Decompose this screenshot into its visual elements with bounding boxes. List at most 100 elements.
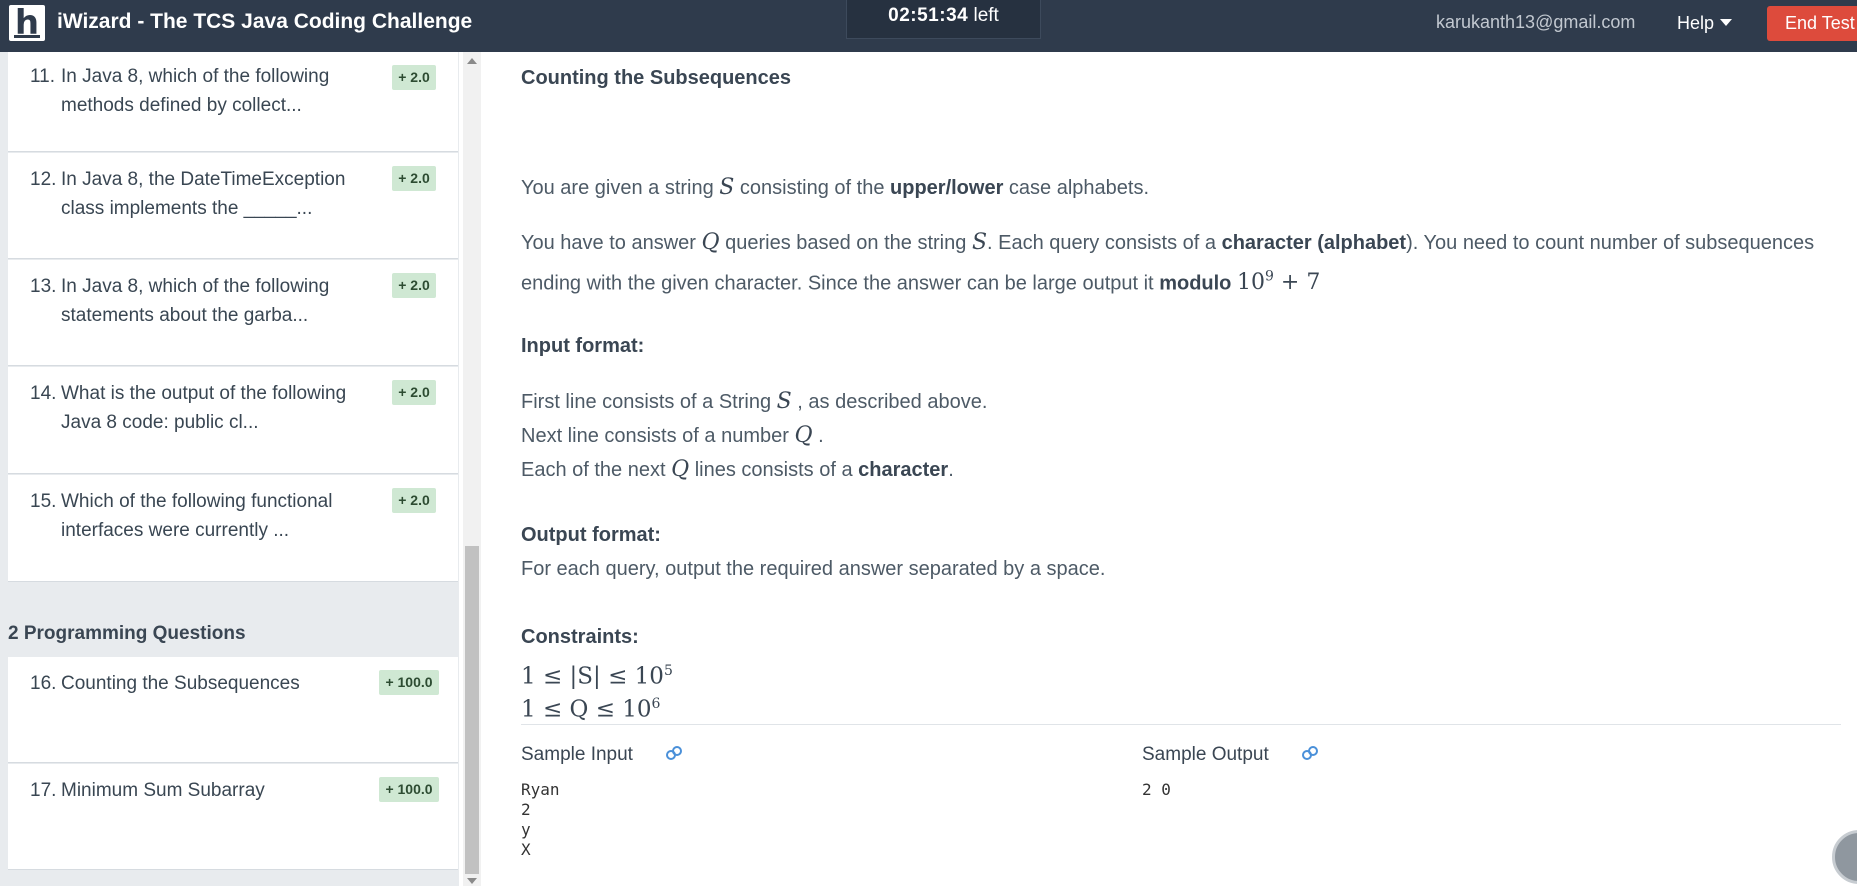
input-line-2: Next line consists of a number Q .	[521, 419, 1851, 453]
question-label: In Java 8, the DateTimeException class i…	[61, 169, 346, 219]
text: You have to answer	[521, 232, 702, 254]
math-var: S	[776, 389, 792, 414]
bold-text: modulo	[1159, 272, 1232, 295]
math-exp: 5	[663, 663, 673, 679]
text: case alphabets.	[1003, 177, 1150, 199]
link-icon[interactable]	[1300, 743, 1320, 763]
bold-text: upper/lower	[890, 177, 1004, 199]
section-divider	[521, 724, 1841, 725]
question-item-12[interactable]: 12. In Java 8, the DateTimeException cla…	[8, 153, 458, 259]
question-item-16[interactable]: 16. Counting the Subsequences + 100.0	[8, 657, 458, 763]
app-title: iWizard - The TCS Java Coding Challenge	[57, 10, 473, 33]
text: consisting of the	[734, 177, 891, 199]
question-label: In Java 8, which of the following statem…	[61, 276, 330, 326]
question-title: 12. In Java 8, the DateTimeException cla…	[30, 165, 370, 223]
question-title: 17. Minimum Sum Subarray	[30, 776, 370, 805]
scroll-down-arrow-icon[interactable]	[467, 878, 477, 884]
constraints-heading: Constraints:	[521, 626, 639, 648]
link-icon[interactable]	[664, 743, 684, 763]
text: , as described above.	[791, 391, 988, 413]
question-number: 16.	[30, 673, 57, 694]
math-tail: + 7	[1280, 270, 1321, 296]
output-format-text: For each query, output the required answ…	[521, 558, 1106, 580]
math-var: S	[719, 175, 735, 200]
user-email[interactable]: karukanth13@gmail.com	[1436, 11, 1635, 33]
question-title: 11. In Java 8, which of the following me…	[30, 62, 370, 120]
question-title: 13. In Java 8, which of the following st…	[30, 272, 370, 330]
scroll-up-arrow-icon[interactable]	[467, 58, 477, 64]
question-number: 11.	[30, 66, 56, 87]
problem-description: You have to answer Q queries based on th…	[521, 226, 1851, 300]
text: . Each query consists of a	[987, 232, 1222, 254]
text: .	[948, 459, 954, 481]
score-badge: + 2.0	[392, 166, 436, 191]
problem-title: Counting the Subsequences	[521, 67, 792, 89]
math-exp: 6	[651, 696, 661, 712]
question-label: What is the output of the following Java…	[61, 383, 347, 433]
input-format-heading: Input format:	[521, 335, 645, 357]
text: You are given a string	[521, 177, 720, 199]
question-item-13[interactable]: 13. In Java 8, which of the following st…	[8, 260, 458, 366]
math-var: Q	[794, 423, 813, 448]
question-sidebar: 11. In Java 8, which of the following me…	[0, 52, 459, 886]
text: .	[812, 425, 824, 447]
math-expression: 109 + 7	[1236, 269, 1321, 296]
input-line-3: Each of the next Q lines consists of a c…	[521, 453, 1851, 487]
countdown-timer: 02:51:34 left	[846, 0, 1041, 39]
scrollbar-thumb[interactable]	[465, 546, 479, 874]
timer-value: 02:51:34	[888, 5, 969, 26]
top-header: h iWizard - The TCS Java Coding Challeng…	[0, 0, 1857, 52]
text: Each of the next	[521, 459, 672, 481]
sample-input-block: Ryan 2 y X	[521, 780, 560, 859]
math-expression: 1 ≤ Q ≤ 10	[521, 696, 652, 723]
score-badge: + 2.0	[392, 273, 436, 298]
math-exp: 9	[1264, 269, 1274, 285]
problem-intro: You are given a string S consisting of t…	[521, 171, 1851, 205]
math-expression: 1 ≤ |S| ≤ 10	[521, 663, 664, 690]
math-base: 10	[1236, 270, 1265, 296]
bold-text: character	[858, 459, 949, 481]
question-number: 13.	[30, 276, 57, 297]
output-format-heading: Output format:	[521, 524, 661, 546]
input-line-1: First line consists of a String S , as d…	[521, 385, 1851, 419]
hackerearth-logo[interactable]: h	[9, 3, 45, 43]
problem-panel: Counting the Subsequences You are given …	[485, 52, 1857, 886]
question-label: Counting the Subsequences	[61, 673, 300, 694]
constraint-2: 1 ≤ Q ≤ 106	[521, 689, 660, 725]
caret-down-icon	[1720, 18, 1733, 26]
bold-text: character (alphabet	[1221, 232, 1407, 254]
question-item-11[interactable]: 11. In Java 8, which of the following me…	[8, 52, 458, 152]
timer-suffix: left	[973, 5, 999, 26]
question-item-17[interactable]: 17. Minimum Sum Subarray + 100.0	[8, 764, 458, 870]
end-test-button[interactable]: End Test	[1767, 6, 1857, 41]
math-var: Q	[671, 457, 690, 482]
question-number: 12.	[30, 169, 57, 190]
text: Next line consists of a number	[521, 425, 795, 447]
math-var: S	[971, 230, 988, 255]
score-badge: + 100.0	[379, 670, 439, 695]
question-item-14[interactable]: 14. What is the output of the following …	[8, 367, 458, 474]
sample-input-label: Sample Input	[521, 744, 633, 765]
sample-output-label: Sample Output	[1142, 744, 1269, 765]
programming-section-title: 2 Programming Questions	[8, 623, 246, 644]
sample-output-block: 2 0	[1142, 780, 1171, 799]
math-var: Q	[701, 230, 720, 255]
question-number: 14.	[30, 383, 57, 404]
logo-underline	[14, 35, 40, 38]
text: queries based on the string	[719, 232, 972, 254]
score-badge: + 2.0	[392, 65, 436, 90]
question-item-15[interactable]: 15. Which of the following functional in…	[8, 475, 458, 582]
help-menu[interactable]: Help	[1677, 12, 1733, 34]
question-label: Minimum Sum Subarray	[61, 780, 265, 801]
text: lines consists of a	[689, 459, 859, 481]
question-title: 15. Which of the following functional in…	[30, 487, 370, 545]
score-badge: + 2.0	[392, 380, 436, 405]
question-label: Which of the following functional interf…	[61, 491, 333, 541]
question-number: 17.	[30, 780, 57, 801]
text: First line consists of a String	[521, 391, 777, 413]
help-label: Help	[1677, 13, 1715, 33]
question-title: 16. Counting the Subsequences	[30, 669, 370, 698]
sidebar-scrollbar[interactable]	[463, 52, 481, 886]
question-number: 15.	[30, 491, 57, 512]
score-badge: + 100.0	[379, 777, 439, 802]
